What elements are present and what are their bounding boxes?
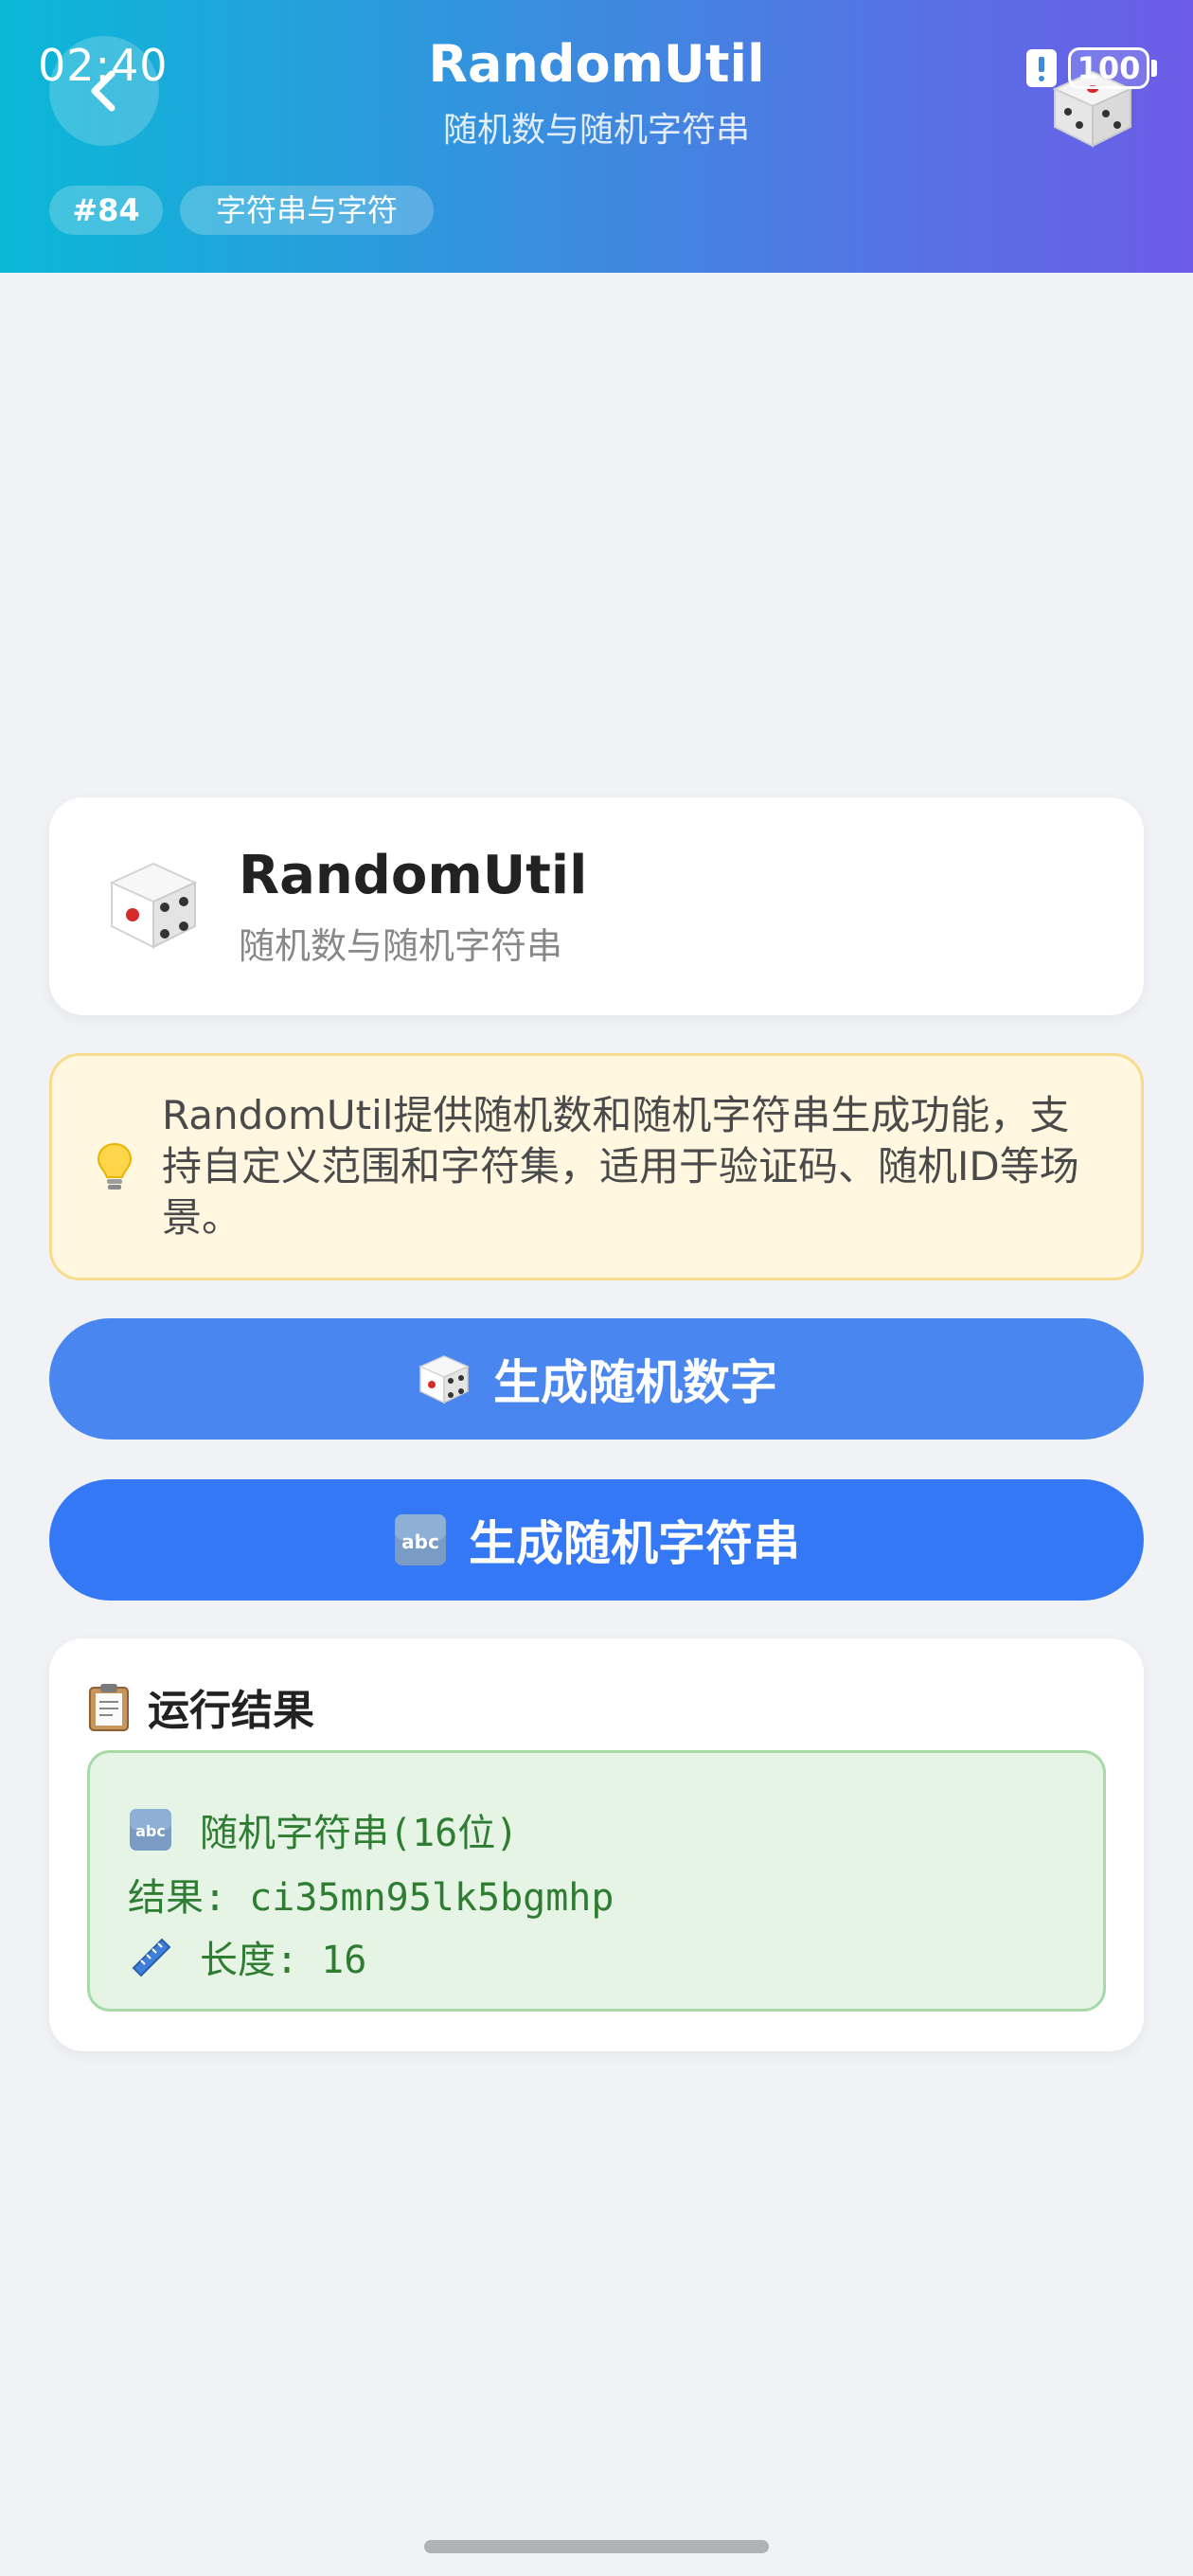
tip-card: RandomUtil提供随机数和随机字符串生成功能，支持自定义范围和字符集，适用… [49, 1053, 1144, 1280]
page-title: RandomUtil [428, 34, 765, 94]
abc-icon: abc [128, 1807, 173, 1852]
result-value-line: 结果: ci35mn95lk5bgmhp [128, 1867, 614, 1922]
result-header-label: 运行结果 [148, 1687, 314, 1735]
home-indicator[interactable] [424, 2540, 769, 2553]
lightbulb-icon [97, 1142, 133, 1190]
app-header: 02:40 RandomUtil 随机数与随机字符串 100 #84 字符串与字… [0, 0, 1193, 273]
result-length-line: 长度: 16 [128, 1929, 366, 1984]
card-title: RandomUtil [239, 845, 588, 906]
result-card: 运行结果 abc 随机字符串(16位) 结果: ci35mn95lk5bgmhp [49, 1638, 1144, 2051]
page-subtitle: 随机数与随机字符串 [442, 111, 750, 150]
generate-number-button[interactable]: 生成随机数字 [49, 1318, 1144, 1440]
card-subtitle: 随机数与随机字符串 [239, 925, 563, 967]
result-type-line: abc 随机字符串(16位) [128, 1802, 518, 1857]
dice-icon [416, 1351, 472, 1406]
ruler-icon [128, 1934, 173, 1979]
result-output: abc 随机字符串(16位) 结果: ci35mn95lk5bgmhp 长度: … [87, 1750, 1106, 2012]
dice-icon [109, 862, 198, 949]
tip-text: RandomUtil提供随机数和随机字符串生成功能，支持自定义范围和字符集，适用… [162, 1092, 1079, 1241]
svg-text:abc: abc [135, 1822, 166, 1840]
battery-tip [1151, 60, 1157, 77]
clipboard-icon [89, 1684, 129, 1731]
tag-category: 字符串与字符 [180, 186, 434, 235]
result-length-text: 长度: 16 [200, 1939, 367, 1982]
result-value-text: 结果: ci35mn95lk5bgmhp [128, 1876, 614, 1920]
info-card: RandomUtil 随机数与随机字符串 [49, 797, 1144, 1015]
generate-string-button[interactable]: abc 生成随机字符串 [49, 1479, 1144, 1601]
tag-number: #84 [49, 186, 163, 235]
result-header: 运行结果 [87, 1676, 314, 1737]
alert-icon [1026, 49, 1057, 87]
abc-icon: abc [393, 1512, 448, 1567]
generate-number-label: 生成随机数字 [493, 1355, 777, 1410]
result-type-text: 随机字符串(16位) [200, 1812, 519, 1855]
battery-indicator: 100 [1068, 47, 1149, 89]
generate-string-label: 生成随机字符串 [469, 1516, 800, 1571]
svg-text:abc: abc [401, 1530, 439, 1553]
